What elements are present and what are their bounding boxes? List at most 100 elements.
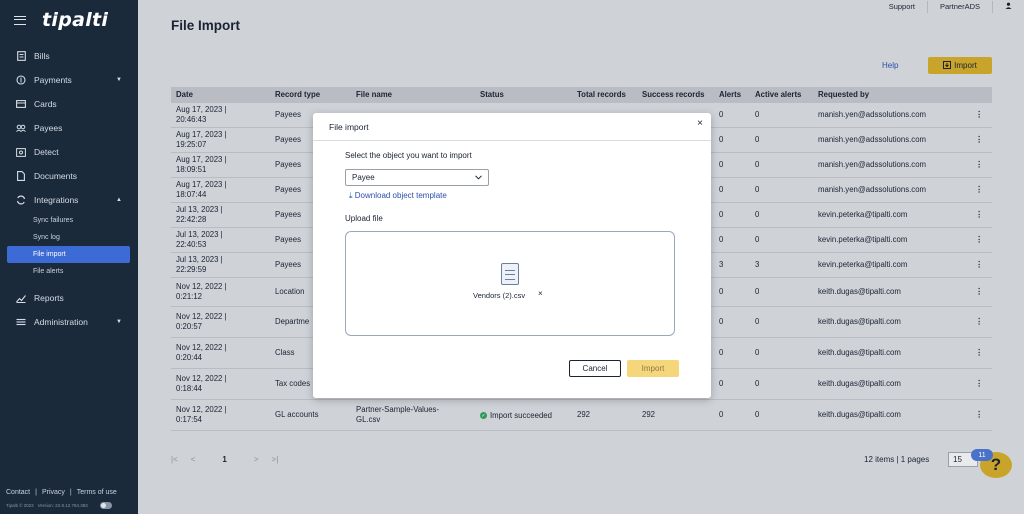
column-header-alerts[interactable]: Alerts: [714, 90, 750, 100]
cell-date: Aug 17, 2023 | 18:07:44: [171, 180, 270, 200]
cell-alerts: 0: [719, 379, 724, 388]
sidebar-item-payments[interactable]: Payments ▼: [0, 68, 138, 92]
date-text: Aug 17, 2023 |: [176, 130, 227, 139]
row-actions-menu-icon[interactable]: ⋮: [961, 210, 992, 220]
sidebar-subitem-file-alerts[interactable]: File alerts: [7, 263, 130, 280]
next-page-button[interactable]: >: [254, 455, 259, 464]
theme-toggle[interactable]: [99, 502, 112, 509]
first-page-button[interactable]: |<: [171, 455, 178, 464]
download-template-link[interactable]: ⤓ Download object template: [349, 191, 447, 201]
sidebar-item-label: Reports: [34, 293, 64, 303]
sidebar-item-reports[interactable]: Reports: [0, 286, 138, 310]
sidebar-subitem-sync-log[interactable]: Sync log: [7, 229, 130, 246]
time-text: 22:29:59: [176, 265, 207, 274]
row-actions-menu-icon[interactable]: ⋮: [961, 287, 992, 297]
cell-alerts: 0: [719, 210, 724, 219]
upload-file-label: Upload file: [345, 214, 383, 223]
cell-requested-by: keith.dugas@tipalti.com: [818, 348, 901, 357]
date-text: Nov 12, 2022 |: [176, 405, 227, 414]
time-text: 22:40:53: [176, 240, 207, 249]
sidebar-subitem-file-import[interactable]: File import: [7, 246, 130, 263]
version-text: Version: 23.8.12.784.393: [37, 503, 88, 508]
modal-import-button[interactable]: Import: [627, 360, 679, 377]
cell-alerts: 0: [719, 410, 724, 419]
cell-requested-by: kevin.peterka@tipalti.com: [818, 210, 908, 219]
prev-page-button[interactable]: <: [191, 455, 196, 464]
row-actions-menu-icon[interactable]: ⋮: [961, 110, 992, 120]
file-dropzone[interactable]: Vendors (2).csv ×: [345, 231, 675, 336]
cell-status: ✓ Import succeeded: [475, 410, 572, 421]
partner-menu[interactable]: PartnerADS: [928, 1, 993, 13]
cancel-button[interactable]: Cancel: [569, 360, 621, 377]
sidebar-item-cards[interactable]: Cards: [0, 92, 138, 116]
row-actions-menu-icon[interactable]: ⋮: [961, 160, 992, 170]
sidebar-item-label: Bills: [34, 51, 50, 61]
cell-date: Aug 17, 2023 | 20:46:43: [171, 105, 270, 125]
sidebar-item-payees[interactable]: Payees: [0, 116, 138, 140]
time-text: 20:46:43: [176, 115, 207, 124]
remove-file-icon[interactable]: ×: [538, 289, 543, 298]
reports-icon: [16, 293, 26, 303]
hamburger-menu-icon[interactable]: [14, 15, 26, 25]
page-title: File Import: [171, 18, 241, 33]
column-header-date[interactable]: Date: [171, 90, 270, 100]
column-header-status[interactable]: Status: [475, 90, 572, 100]
date-text: Jul 13, 2023 |: [176, 230, 223, 239]
terms-link[interactable]: Terms of use: [77, 489, 117, 496]
sidebar-item-label: Payments: [34, 75, 72, 85]
cell-alerts: 0: [719, 235, 724, 244]
row-actions-menu-icon[interactable]: ⋮: [961, 379, 992, 389]
support-link[interactable]: Support: [877, 1, 928, 13]
integrations-icon: [16, 195, 26, 205]
cell-requested-by: manish.yen@adssolutions.com: [818, 160, 927, 169]
column-header-total-records[interactable]: Total records: [572, 90, 637, 100]
column-header-record-type[interactable]: Record type: [270, 90, 351, 100]
row-actions-menu-icon[interactable]: ⋮: [961, 135, 992, 145]
close-icon[interactable]: ×: [697, 118, 703, 129]
sidebar-item-integrations[interactable]: Integrations ▲: [0, 188, 138, 212]
column-header-requested-by[interactable]: Requested by: [813, 90, 961, 100]
administration-icon: [16, 317, 26, 327]
sidebar-footer: Contact | Privacy | Terms of use: [6, 489, 117, 496]
sidebar-item-administration[interactable]: Administration ▼: [0, 310, 138, 334]
row-actions-menu-icon[interactable]: ⋮: [961, 185, 992, 195]
row-actions-menu-icon[interactable]: ⋮: [961, 410, 992, 420]
table-row[interactable]: Nov 12, 2022 | 0:17:54 GL accounts Partner-…: [171, 400, 992, 431]
tipalti-logo: tipalti: [42, 9, 109, 31]
column-header-file-name[interactable]: File name: [351, 90, 475, 100]
sidebar-item-detect[interactable]: Detect: [0, 140, 138, 164]
privacy-link[interactable]: Privacy: [42, 489, 65, 496]
row-actions-menu-icon[interactable]: ⋮: [961, 348, 992, 358]
file-import-modal: File import × Select the object you want…: [313, 113, 711, 398]
column-header-active-alerts[interactable]: Active alerts: [750, 90, 813, 100]
sidebar-item-label: Cards: [34, 99, 57, 109]
row-actions-menu-icon[interactable]: ⋮: [961, 260, 992, 270]
time-text: 22:42:28: [176, 215, 207, 224]
help-link[interactable]: Help: [882, 61, 898, 70]
contact-link[interactable]: Contact: [6, 489, 30, 496]
time-text: 0:21:12: [176, 292, 203, 301]
import-button[interactable]: Import: [928, 57, 992, 74]
column-header-success-records[interactable]: Success records: [637, 90, 714, 100]
row-actions-menu-icon[interactable]: ⋮: [961, 317, 992, 327]
cell-active-alerts: 0: [755, 410, 760, 419]
sidebar-item-bills[interactable]: Bills: [0, 44, 138, 68]
date-text: Nov 12, 2022 |: [176, 282, 227, 291]
detect-icon: [16, 147, 26, 157]
sidebar-item-label: Integrations: [34, 195, 79, 205]
user-icon[interactable]: [993, 1, 1024, 13]
cell-active-alerts: 0: [755, 160, 760, 169]
chevron-up-icon: ▲: [116, 197, 122, 203]
current-page[interactable]: 1: [222, 455, 226, 464]
date-text: Nov 12, 2022 |: [176, 374, 227, 383]
sidebar-item-documents[interactable]: Documents: [0, 164, 138, 188]
last-page-button[interactable]: >|: [272, 455, 279, 464]
cell-active-alerts: 0: [755, 317, 760, 326]
status-text: Import succeeded: [490, 410, 552, 420]
sidebar-nav: Bills Payments ▼ Cards Payees Detect Doc…: [0, 44, 138, 334]
row-actions-menu-icon[interactable]: ⋮: [961, 235, 992, 245]
cell-requested-by: kevin.peterka@tipalti.com: [818, 235, 908, 244]
sidebar-subitem-sync-failures[interactable]: Sync failures: [7, 212, 130, 229]
object-type-select[interactable]: Payee: [345, 169, 489, 186]
modal-header: File import ×: [313, 113, 711, 141]
